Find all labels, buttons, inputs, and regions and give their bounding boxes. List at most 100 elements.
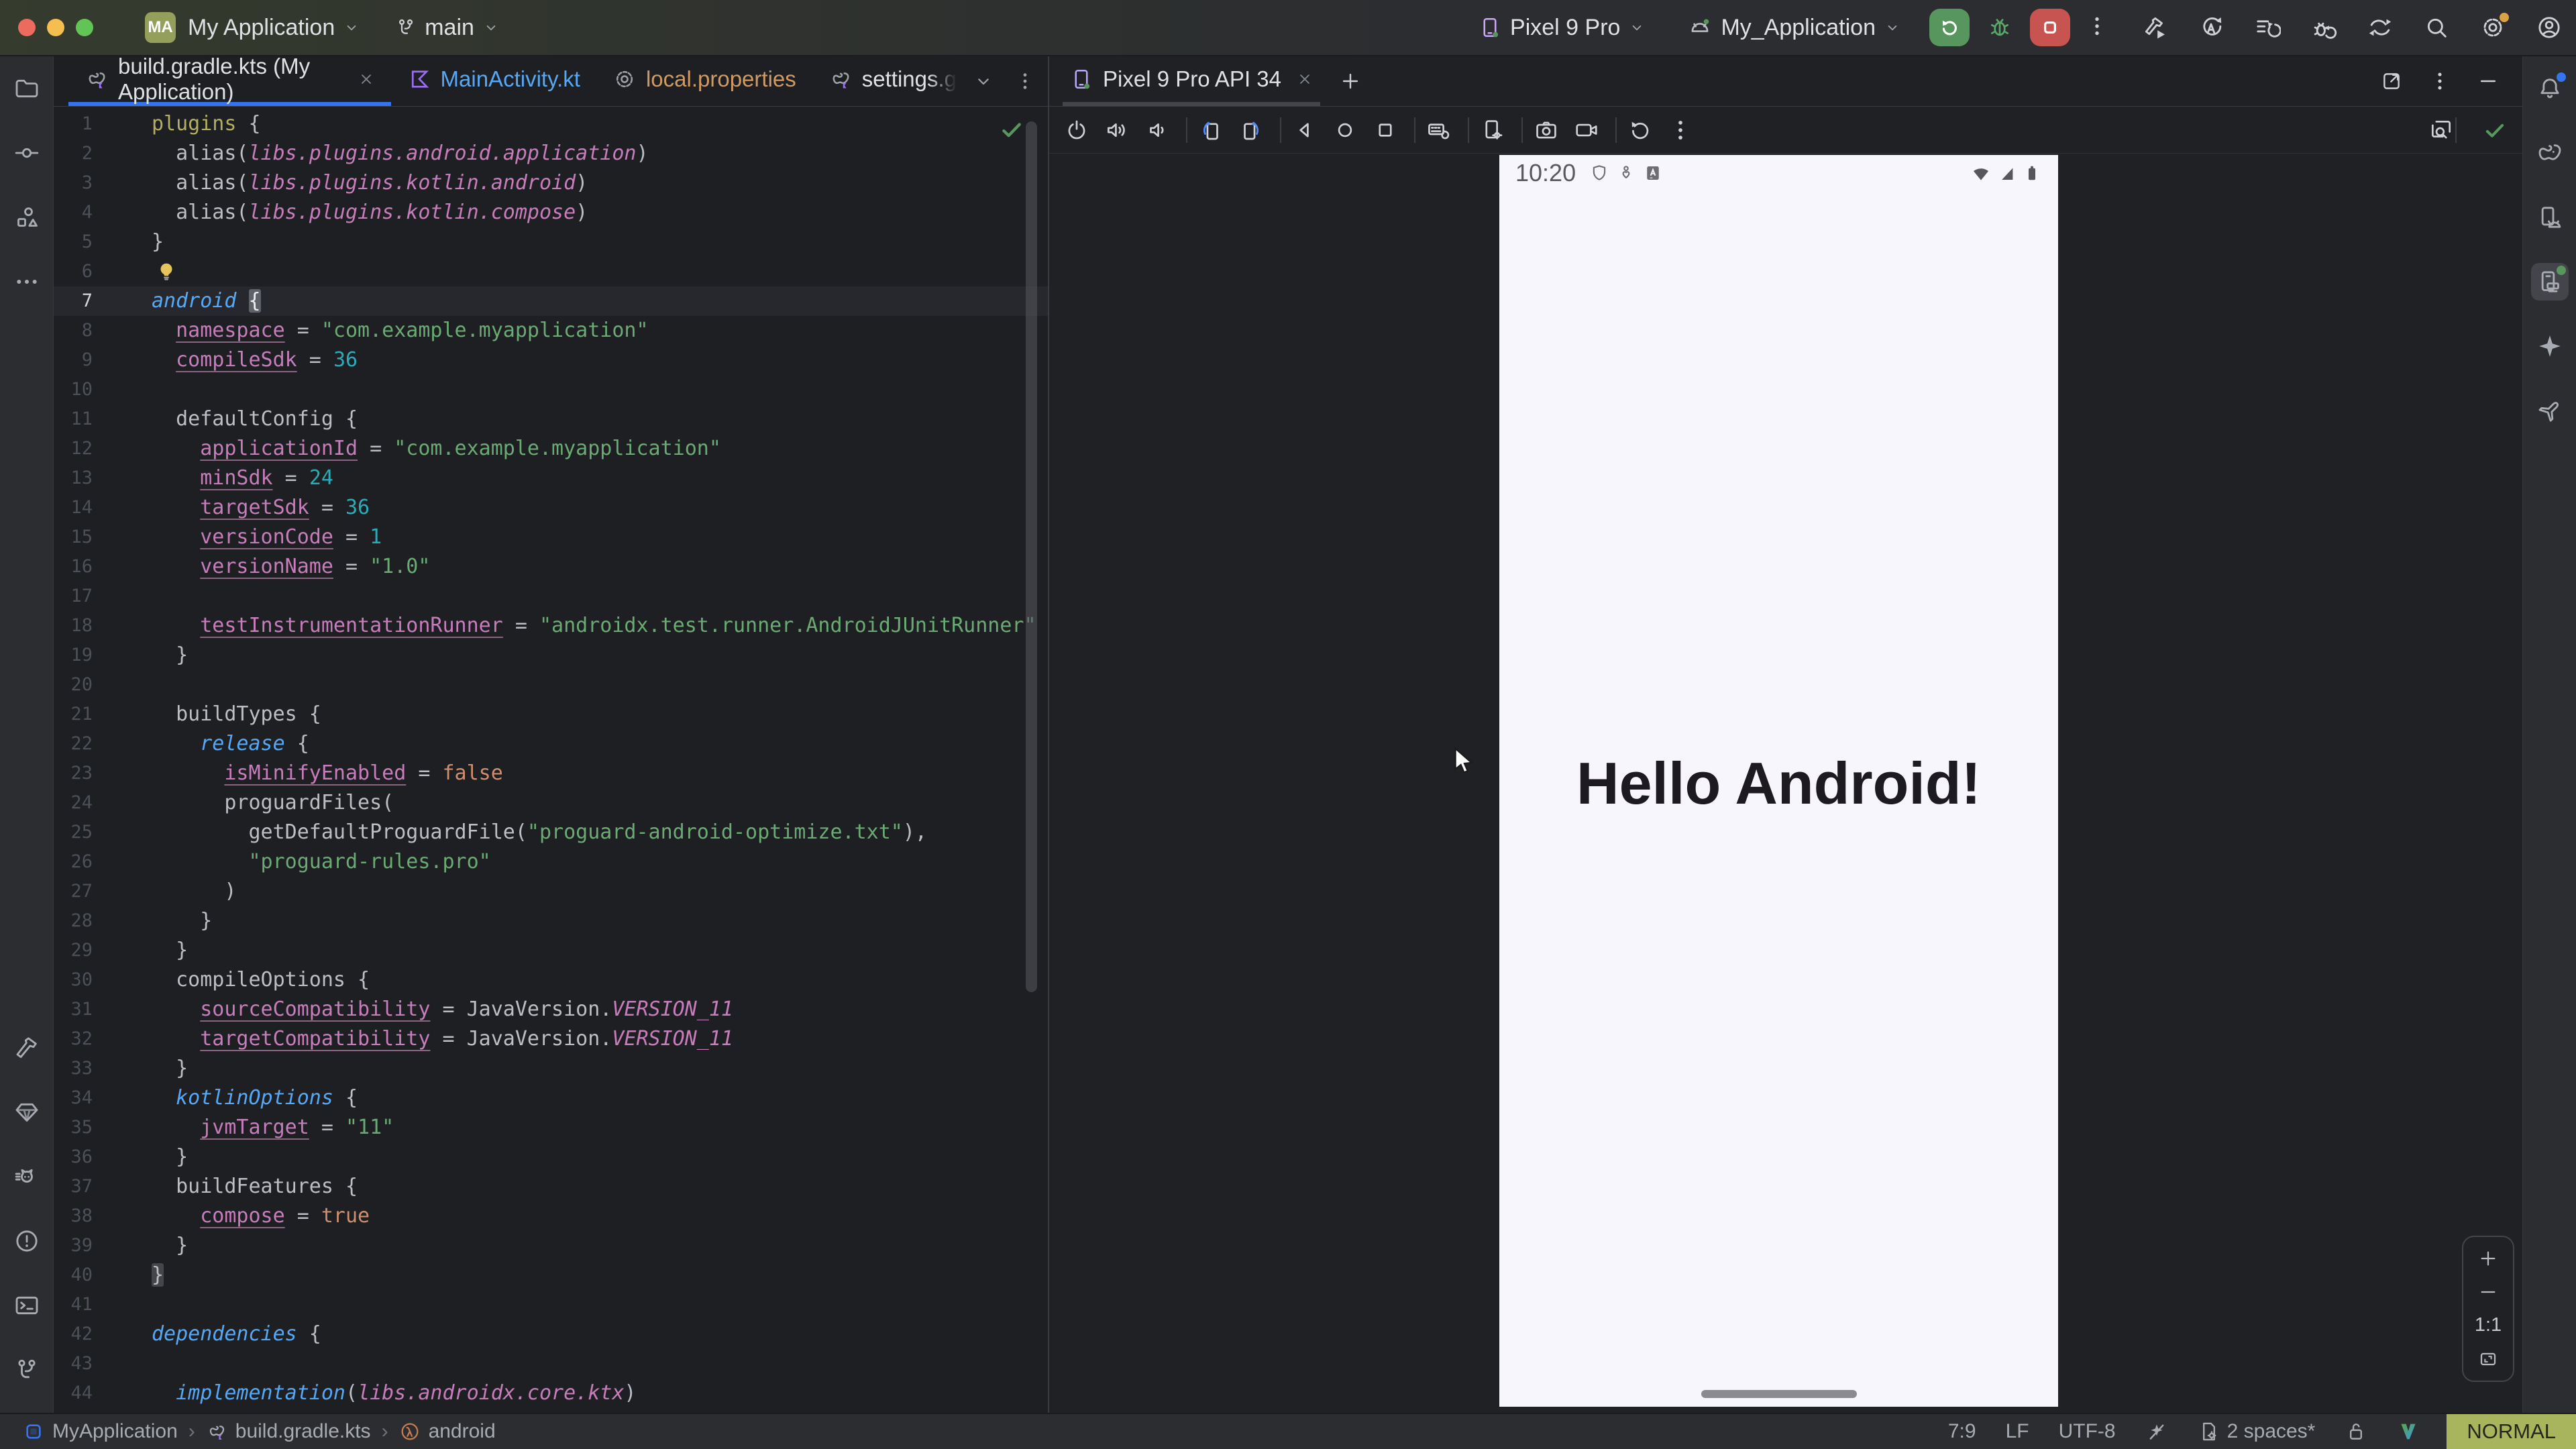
line-number[interactable]: 16 xyxy=(54,552,93,582)
code-line-19[interactable]: 19 } xyxy=(54,641,1048,670)
status-7-9-widget[interactable]: 7:9 xyxy=(1948,1420,1976,1443)
tab-options-button[interactable] xyxy=(1014,70,1036,92)
status-lock-open-widget[interactable] xyxy=(2345,1420,2367,1443)
close-icon[interactable] xyxy=(1296,70,1313,88)
line-number[interactable]: 12 xyxy=(54,434,93,464)
code-line-29[interactable]: 29 } xyxy=(54,936,1048,965)
apply-changes-button[interactable] xyxy=(2198,14,2224,41)
line-number[interactable]: 19 xyxy=(54,641,93,670)
device-settings-button[interactable] xyxy=(1480,117,1505,143)
editor-tab-0[interactable]: build.gradle.kts (My Application) xyxy=(68,56,391,106)
code-line-20[interactable]: 20 xyxy=(54,670,1048,700)
status-vim-widget[interactable] xyxy=(2397,1420,2420,1443)
stripe-device-manager-button[interactable] xyxy=(2531,199,2569,236)
run-overflow-button[interactable] xyxy=(2085,14,2112,41)
run-configuration-selector[interactable]: My_Application xyxy=(1687,15,1901,41)
code-line-18[interactable]: 18 testInstrumentationRunner = "androidx… xyxy=(54,611,1048,641)
line-number[interactable]: 15 xyxy=(54,523,93,552)
code-line-25[interactable]: 25 getDefaultProguardFile("proguard-andr… xyxy=(54,818,1048,847)
code-line-34[interactable]: 34 kotlinOptions { xyxy=(54,1083,1048,1113)
line-number[interactable]: 28 xyxy=(54,906,93,936)
code-line-7[interactable]: 7android { xyxy=(54,286,1048,316)
close-icon[interactable] xyxy=(358,70,375,88)
settings-button[interactable] xyxy=(2479,14,2506,41)
rotate-right-button[interactable] xyxy=(1238,117,1264,143)
line-number[interactable]: 29 xyxy=(54,936,93,965)
line-number[interactable]: 38 xyxy=(54,1201,93,1231)
code-line-8[interactable]: 8 namespace = "com.example.myapplication… xyxy=(54,316,1048,345)
line-number[interactable]: 24 xyxy=(54,788,93,818)
line-number[interactable]: 27 xyxy=(54,877,93,906)
line-number[interactable]: 5 xyxy=(54,227,93,257)
code-line-28[interactable]: 28 } xyxy=(54,906,1048,936)
line-number[interactable]: 39 xyxy=(54,1231,93,1260)
line-number[interactable]: 35 xyxy=(54,1113,93,1142)
debug-restart-button[interactable] xyxy=(2310,14,2337,41)
line-number[interactable]: 40 xyxy=(54,1260,93,1290)
running-device-tab[interactable]: Pixel 9 Pro API 34 xyxy=(1063,56,1320,106)
screenshot-button[interactable] xyxy=(1534,117,1559,143)
account-button[interactable] xyxy=(2536,14,2563,41)
code-line-35[interactable]: 35 jvmTarget = "11" xyxy=(54,1113,1048,1142)
add-device-tab-button[interactable] xyxy=(1339,70,1362,93)
code-line-22[interactable]: 22 release { xyxy=(54,729,1048,759)
code-line-10[interactable]: 10 xyxy=(54,375,1048,405)
line-number[interactable]: 2 xyxy=(54,139,93,168)
code-line-15[interactable]: 15 versionCode = 1 xyxy=(54,523,1048,552)
code-line-2[interactable]: 2 alias(libs.plugins.android.application… xyxy=(54,139,1048,168)
code-line-32[interactable]: 32 targetCompatibility = JavaVersion.VER… xyxy=(54,1024,1048,1054)
status-utf-8-widget[interactable]: UTF-8 xyxy=(2059,1420,2116,1443)
code-line-31[interactable]: 31 sourceCompatibility = JavaVersion.VER… xyxy=(54,995,1048,1024)
code-line-23[interactable]: 23 isMinifyEnabled = false xyxy=(54,759,1048,788)
line-number[interactable]: 25 xyxy=(54,818,93,847)
breadcrumb-android[interactable]: android xyxy=(399,1420,496,1443)
code-line-44[interactable]: 44 implementation(libs.androidx.core.ktx… xyxy=(54,1379,1048,1408)
intention-bulb-icon[interactable] xyxy=(154,260,178,284)
stripe-gem-button[interactable] xyxy=(8,1093,46,1131)
hardware-input-button[interactable] xyxy=(1426,117,1452,143)
editor-tab-1[interactable]: MainActivity.kt xyxy=(391,56,596,106)
line-number[interactable]: 11 xyxy=(54,405,93,434)
line-number[interactable]: 32 xyxy=(54,1024,93,1054)
stripe-git-branch-button[interactable] xyxy=(8,1351,46,1389)
stop-button[interactable] xyxy=(2030,9,2070,46)
breadcrumb-build.gradle.kts[interactable]: build.gradle.kts xyxy=(206,1420,371,1443)
project-selector[interactable]: My Application xyxy=(188,15,360,41)
zoom-in-icon[interactable] xyxy=(2477,1248,2499,1269)
code-line-30[interactable]: 30 compileOptions { xyxy=(54,965,1048,995)
line-number[interactable]: 41 xyxy=(54,1290,93,1320)
editor-tab-2[interactable]: local.properties xyxy=(596,56,812,106)
stripe-project-button[interactable] xyxy=(8,70,46,107)
overflow-button[interactable] xyxy=(1668,117,1693,143)
code-editor[interactable]: 1plugins {2 alias(libs.plugins.android.a… xyxy=(54,107,1048,1413)
code-line-1[interactable]: 1plugins { xyxy=(54,109,1048,139)
code-line-38[interactable]: 38 compose = true xyxy=(54,1201,1048,1231)
hide-panel-icon[interactable] xyxy=(2477,70,2500,93)
line-number[interactable]: 37 xyxy=(54,1172,93,1201)
code-line-27[interactable]: 27 ) xyxy=(54,877,1048,906)
window-zoom-button[interactable] xyxy=(76,19,93,36)
code-line-4[interactable]: 4 alias(libs.plugins.kotlin.compose) xyxy=(54,198,1048,227)
line-number[interactable]: 42 xyxy=(54,1320,93,1349)
mirror-search-button[interactable] xyxy=(2428,117,2454,143)
line-number[interactable]: 10 xyxy=(54,375,93,405)
vcs-branch-selector[interactable]: main xyxy=(395,15,500,41)
stripe-more-button[interactable] xyxy=(8,263,46,301)
line-number[interactable]: 26 xyxy=(54,847,93,877)
stripe-gradle-button[interactable] xyxy=(2531,134,2569,172)
gradle-sync-button[interactable] xyxy=(2367,14,2394,41)
line-number[interactable]: 36 xyxy=(54,1142,93,1172)
line-number[interactable]: 20 xyxy=(54,670,93,700)
stripe-airplane-button[interactable] xyxy=(2531,392,2569,429)
open-in-window-icon[interactable] xyxy=(2380,70,2403,93)
gesture-nav-handle[interactable] xyxy=(1701,1390,1857,1398)
stripe-gemini-button[interactable] xyxy=(2531,327,2569,365)
code-line-26[interactable]: 26 "proguard-rules.pro" xyxy=(54,847,1048,877)
line-number[interactable]: 30 xyxy=(54,965,93,995)
line-number[interactable]: 7 xyxy=(54,286,93,316)
code-line-21[interactable]: 21 buildTypes { xyxy=(54,700,1048,729)
code-line-5[interactable]: 5} xyxy=(54,227,1048,257)
line-number[interactable]: 3 xyxy=(54,168,93,198)
session-restart-button[interactable] xyxy=(1627,117,1653,143)
editor-tab-3[interactable]: settings.g xyxy=(812,56,973,106)
